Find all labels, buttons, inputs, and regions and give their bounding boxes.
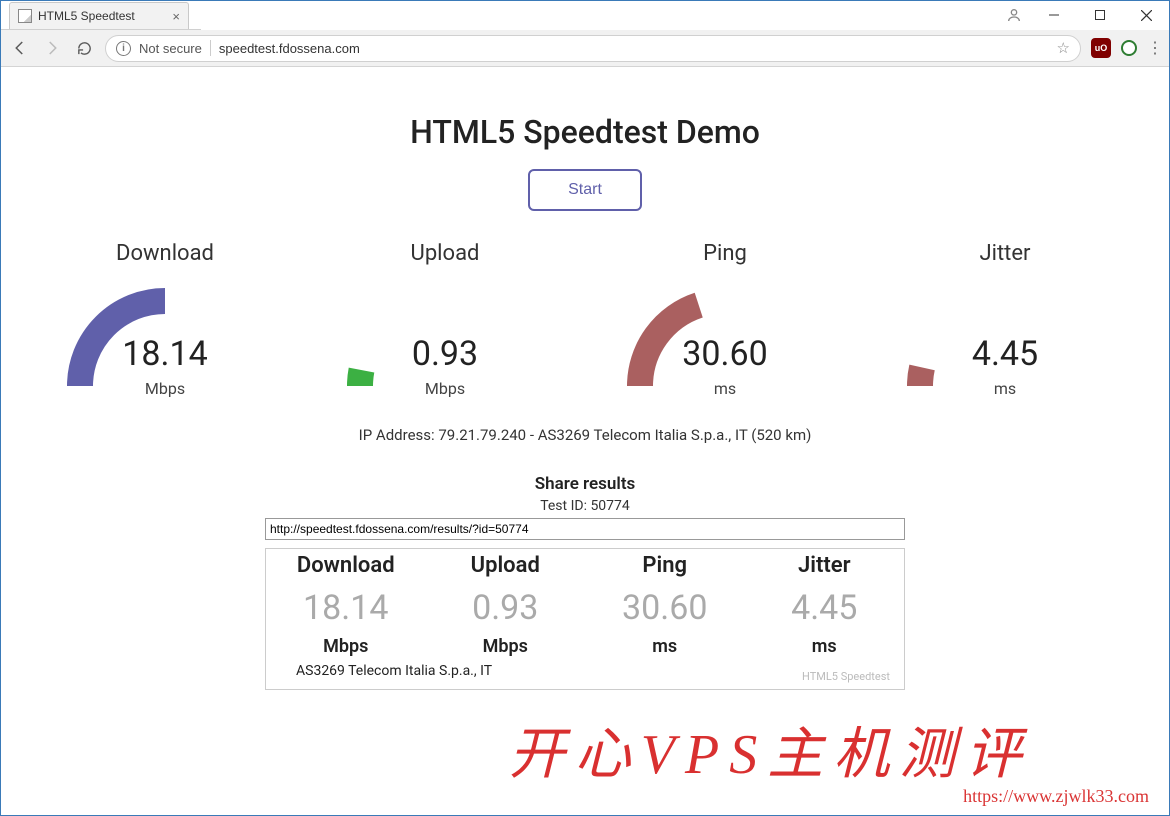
gauge-jitter: Jitter 4.45 ms bbox=[880, 241, 1130, 396]
result-heading: Download bbox=[266, 553, 426, 578]
gauge-label: Ping bbox=[703, 241, 747, 266]
gauge-value: 4.45 bbox=[895, 334, 1115, 374]
tab-strip: HTML5 Speedtest × bbox=[1, 1, 201, 30]
result-col-upload: Upload 0.93 Mbps bbox=[426, 553, 586, 657]
extension-icon[interactable] bbox=[1121, 40, 1137, 56]
info-icon[interactable]: i bbox=[116, 41, 131, 56]
url-text: speedtest.fdossena.com bbox=[219, 41, 1049, 56]
tab-title: HTML5 Speedtest bbox=[38, 9, 135, 23]
back-button[interactable] bbox=[9, 37, 31, 59]
menu-button[interactable]: ⋮ bbox=[1147, 38, 1161, 58]
result-col-ping: Ping 30.60 ms bbox=[585, 553, 745, 657]
result-unit: ms bbox=[585, 636, 745, 657]
result-col-jitter: Jitter 4.45 ms bbox=[745, 553, 905, 657]
minimize-button[interactable] bbox=[1031, 1, 1077, 29]
page-content: HTML5 Speedtest Demo Start Download 18.1… bbox=[2, 95, 1168, 790]
maximize-button[interactable] bbox=[1077, 1, 1123, 29]
share-url-input[interactable] bbox=[265, 518, 905, 540]
gauge-label: Download bbox=[116, 241, 214, 266]
close-tab-icon[interactable]: × bbox=[172, 9, 180, 24]
gauge-unit: Mbps bbox=[55, 379, 275, 398]
result-card: Download 18.14 Mbps Upload 0.93 Mbps Pin… bbox=[265, 548, 905, 690]
gauge-unit: Mbps bbox=[335, 379, 555, 398]
reload-button[interactable] bbox=[73, 37, 95, 59]
gauge-unit: ms bbox=[895, 379, 1115, 398]
security-label: Not secure bbox=[139, 41, 202, 56]
result-brand: HTML5 Speedtest bbox=[802, 670, 890, 683]
result-value: 30.60 bbox=[585, 588, 745, 628]
gauge-unit: ms bbox=[615, 379, 835, 398]
result-col-download: Download 18.14 Mbps bbox=[266, 553, 426, 657]
result-value: 4.45 bbox=[745, 588, 905, 628]
separator bbox=[210, 40, 211, 56]
gauge-download: Download 18.14 Mbps bbox=[40, 241, 290, 396]
result-unit: ms bbox=[745, 636, 905, 657]
browser-toolbar: i Not secure speedtest.fdossena.com ☆ uO… bbox=[1, 30, 1169, 67]
gauge-upload: Upload 0.93 Mbps bbox=[320, 241, 570, 396]
result-heading: Upload bbox=[426, 553, 586, 578]
gauge-meter: 0.93 Mbps bbox=[335, 276, 555, 396]
profile-icon[interactable] bbox=[997, 7, 1031, 23]
test-id: Test ID: 50774 bbox=[2, 498, 1168, 514]
forward-button[interactable] bbox=[41, 37, 63, 59]
result-value: 18.14 bbox=[266, 588, 426, 628]
page-viewport[interactable]: HTML5 Speedtest Demo Start Download 18.1… bbox=[2, 95, 1168, 814]
gauge-value: 30.60 bbox=[615, 334, 835, 374]
page-icon bbox=[18, 9, 32, 23]
result-heading: Jitter bbox=[745, 553, 905, 578]
share-title: Share results bbox=[2, 474, 1168, 494]
start-button[interactable]: Start bbox=[528, 169, 642, 211]
page-title: HTML5 Speedtest Demo bbox=[2, 113, 1168, 151]
ublock-extension-icon[interactable]: uO bbox=[1091, 38, 1111, 58]
gauge-value: 18.14 bbox=[55, 334, 275, 374]
browser-tab[interactable]: HTML5 Speedtest × bbox=[9, 2, 189, 29]
gauge-meter: 4.45 ms bbox=[895, 276, 1115, 396]
ip-address-line: IP Address: 79.21.79.240 - AS3269 Teleco… bbox=[2, 426, 1168, 444]
close-button[interactable] bbox=[1123, 1, 1169, 29]
result-value: 0.93 bbox=[426, 588, 586, 628]
address-bar[interactable]: i Not secure speedtest.fdossena.com ☆ bbox=[105, 35, 1081, 62]
result-heading: Ping bbox=[585, 553, 745, 578]
bookmark-star-icon[interactable]: ☆ bbox=[1057, 39, 1070, 57]
gauge-value: 0.93 bbox=[335, 334, 555, 374]
gauges-row: Download 18.14 Mbps Upload 0.93 Mbps Pin… bbox=[2, 241, 1168, 396]
share-block: Share results Test ID: 50774 Download 18… bbox=[2, 474, 1168, 690]
result-unit: Mbps bbox=[266, 636, 426, 657]
gauge-meter: 30.60 ms bbox=[615, 276, 835, 396]
gauge-label: Jitter bbox=[979, 241, 1030, 266]
gauge-meter: 18.14 Mbps bbox=[55, 276, 275, 396]
gauge-label: Upload bbox=[411, 241, 480, 266]
result-unit: Mbps bbox=[426, 636, 586, 657]
gauge-ping: Ping 30.60 ms bbox=[600, 241, 850, 396]
